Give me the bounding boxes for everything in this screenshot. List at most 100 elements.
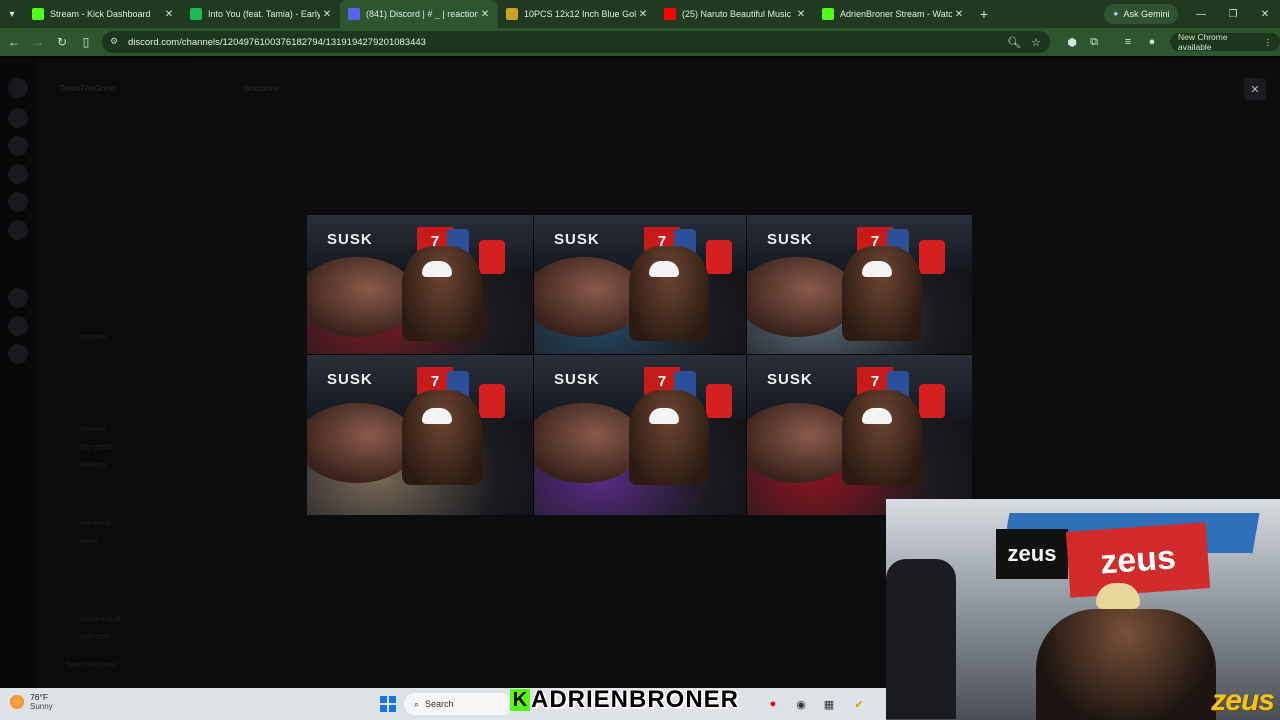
obs-icon[interactable]: ◉: [792, 695, 810, 713]
windows-start-icon[interactable]: [380, 696, 396, 712]
zoom-icon[interactable]: 🔍︎: [1004, 32, 1024, 52]
ask-gemini-button[interactable]: ✦ Ask Gemini: [1104, 4, 1178, 24]
banner-logo-text: SUSK: [767, 371, 813, 388]
streamer-hair: [1096, 583, 1140, 609]
server-icon[interactable]: [8, 78, 28, 98]
gaming-chair: [886, 559, 956, 719]
media-control-icon[interactable]: ≡: [1118, 32, 1138, 52]
image-variant[interactable]: SUSK 7: [747, 215, 972, 354]
taskbar-search[interactable]: ⌕ Search: [404, 693, 514, 715]
channel-item[interactable]: ideas: [80, 536, 98, 545]
sponsor-sign-red: zeus: [1065, 522, 1211, 598]
channel-item[interactable]: updates: [80, 332, 107, 341]
spotify-icon: [190, 8, 202, 20]
ask-gemini-label: Ask Gemini: [1123, 9, 1170, 19]
server-icon[interactable]: [8, 288, 28, 308]
channel-header: reactions: [244, 84, 280, 93]
back-icon[interactable]: ←: [2, 30, 26, 54]
kick-icon: [822, 8, 834, 20]
server-icon[interactable]: [8, 344, 28, 364]
browser-tab[interactable]: (25) Naruto Beautiful Music Mi ✕: [656, 0, 814, 28]
server-name[interactable]: TeamTheGreat: [60, 84, 115, 93]
webcam-overlay: zeus zeus zeus: [886, 499, 1280, 720]
channel-sidebar: TeamTheGreat updates general the-greats …: [36, 58, 192, 688]
browser-tab[interactable]: 10PCS 12x12 Inch Blue Gold M✕: [498, 0, 656, 28]
shop-icon: [506, 8, 518, 20]
banner-logo-text: SUSK: [767, 231, 813, 248]
browser-tab[interactable]: Stream - Kick Dashboard ✕: [24, 0, 182, 28]
server-icon[interactable]: [8, 108, 28, 128]
new-tab-button[interactable]: +: [972, 6, 996, 22]
weather-temp: 76°F: [30, 692, 49, 702]
user-panel-name[interactable]: TeamTheGreat: [66, 660, 116, 669]
windows-taskbar: 76°F Sunny ⌕ Search ● ◉ ▦ ✔: [0, 688, 886, 720]
site-info-icon[interactable]: ⚙: [110, 36, 122, 48]
channel-item[interactable]: leveling: [80, 460, 105, 469]
profile-avatar-icon[interactable]: ●: [1142, 32, 1162, 52]
reload-icon[interactable]: ↻: [50, 30, 74, 54]
tab-title: 10PCS 12x12 Inch Blue Gold M: [524, 9, 636, 19]
channel-item[interactable]: discord-staff: [80, 614, 121, 623]
discord-icon: [348, 8, 360, 20]
image-variant[interactable]: SUSK 7: [534, 355, 746, 515]
server-icon[interactable]: [8, 192, 28, 212]
server-icon[interactable]: [8, 164, 28, 184]
browser-toolbar: ← → ↻ ▯ ⚙ discord.com/channels/120497610…: [0, 28, 1280, 56]
more-menu-icon: ⋮: [1263, 36, 1273, 47]
youtube-icon: [664, 8, 676, 20]
bookmark-star-icon[interactable]: ☆: [1026, 32, 1046, 52]
tab-close-icon[interactable]: ✕: [636, 9, 650, 20]
channel-item[interactable]: reactions: [80, 518, 110, 527]
norton-icon[interactable]: ✔: [850, 695, 868, 713]
tab-title: AdrienBroner Stream - Watch L: [840, 9, 952, 19]
tab-close-icon[interactable]: ✕: [952, 9, 966, 20]
image-variant[interactable]: SUSK 7: [307, 215, 533, 354]
tab-close-icon[interactable]: ✕: [320, 9, 334, 20]
window-close-icon[interactable]: ✕: [1250, 0, 1280, 28]
server-icon[interactable]: [8, 136, 28, 156]
streamer-name: ADRIENBRONER: [531, 686, 740, 713]
browser-tab[interactable]: AdrienBroner Stream - Watch L✕: [814, 0, 972, 28]
tab-close-icon[interactable]: ✕: [162, 9, 176, 20]
kick-badge: K: [510, 689, 530, 711]
image-variant[interactable]: SUSK 7: [534, 215, 746, 354]
browser-tab[interactable]: Into You (feat. Tamia) - Early Fa✕: [182, 0, 340, 28]
channel-item[interactable]: general: [80, 424, 105, 433]
update-chrome-button[interactable]: New Chrome available ⋮: [1170, 32, 1280, 52]
server-icon[interactable]: [8, 220, 28, 240]
streamer-name-overlay: K ADRIENBRONER: [510, 686, 739, 714]
weather-widget[interactable]: 76°F Sunny: [10, 692, 53, 712]
tab-close-icon[interactable]: ✕: [478, 9, 492, 20]
taskbar-search-label: Search: [425, 699, 454, 709]
image-variant[interactable]: SUSK 7: [307, 355, 533, 515]
tab-strip: ▾ Stream - Kick Dashboard ✕ Into You (feat…: [0, 0, 1280, 28]
address-bar[interactable]: ⚙ discord.com/channels/12049761003761827…: [102, 31, 1050, 53]
streamer: [1036, 609, 1216, 720]
kick-icon: [32, 8, 44, 20]
channel-item[interactable]: kick-staff: [80, 632, 109, 641]
minimize-icon[interactable]: —: [1186, 0, 1216, 28]
calculator-icon[interactable]: ▦: [820, 695, 838, 713]
forward-icon[interactable]: →: [26, 30, 50, 54]
update-label: New Chrome available: [1178, 32, 1228, 52]
banner-logo-text: SUSK: [327, 231, 373, 248]
side-panel-icon[interactable]: ▯: [74, 30, 98, 54]
tab-search-icon[interactable]: ▾: [0, 0, 24, 28]
banner-logo-text: SUSK: [554, 371, 600, 388]
banner-logo-text: SUSK: [327, 371, 373, 388]
browser-tab[interactable]: (841) Discord | # _ | reactions ✕: [340, 0, 498, 28]
extensions-puzzle-icon[interactable]: ⧉: [1084, 32, 1104, 52]
sponsor-sign-black: zeus: [996, 529, 1068, 579]
image-viewer[interactable]: SUSK 7 SUSK 7 SUSK 7 SUSK 7 SUSK 7 SUSK 7: [307, 215, 972, 515]
search-icon: ⌕: [414, 698, 420, 709]
banner-logo-text: SUSK: [554, 231, 600, 248]
channel-item[interactable]: the-greats: [80, 442, 114, 451]
server-icon[interactable]: [8, 316, 28, 336]
tab-close-icon[interactable]: ✕: [794, 9, 808, 20]
restore-icon[interactable]: ❐: [1218, 0, 1248, 28]
extension-badge-icon[interactable]: ⬢: [1062, 32, 1082, 52]
image-variant[interactable]: SUSK 7: [747, 355, 972, 515]
close-viewer-icon[interactable]: ✕: [1244, 78, 1266, 100]
sun-icon: [10, 695, 24, 709]
record-icon[interactable]: ●: [764, 695, 782, 713]
